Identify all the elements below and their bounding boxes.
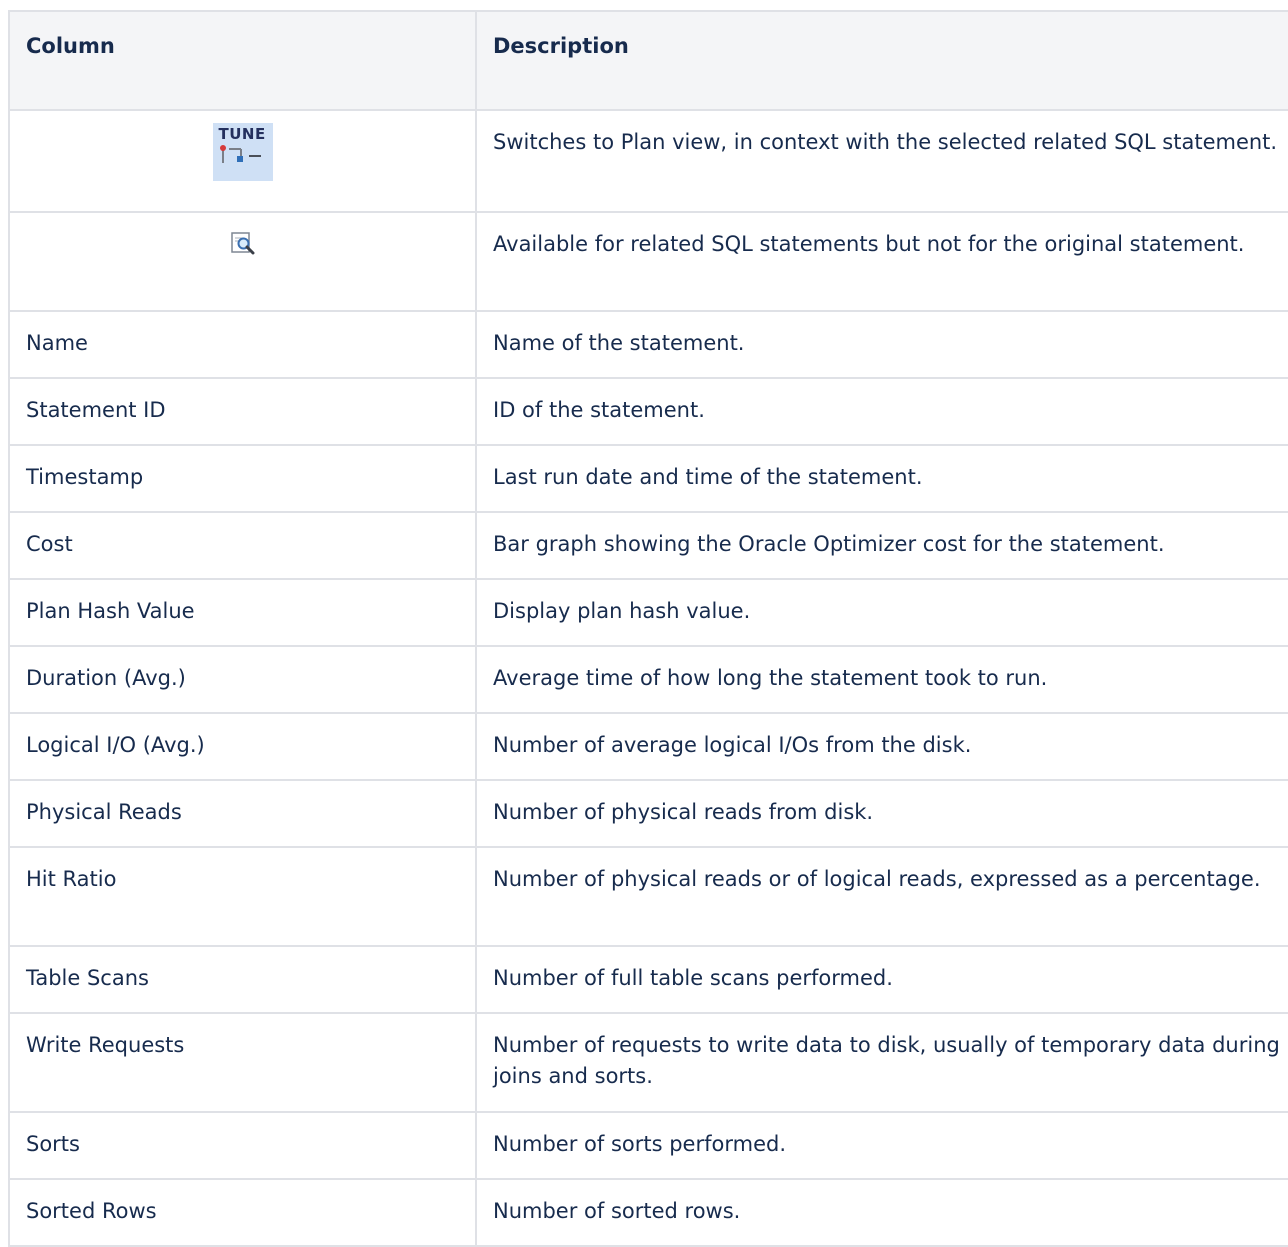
table-row: Duration (Avg.) Average time of how long… [8,645,1288,714]
header-description: Description [475,10,1288,111]
table-row: Cost Bar graph showing the Oracle Optimi… [8,511,1288,580]
description-cell: Bar graph showing the Oracle Optimizer c… [475,511,1288,580]
table-row: Name Name of the statement. [8,310,1288,379]
description-cell: Number of physical reads or of logical r… [475,846,1288,947]
column-cell: Name [8,310,477,379]
column-cell: Table Scans [8,945,477,1014]
column-cell: Statement ID [8,377,477,446]
header-column: Column [8,10,477,111]
column-cell: Plan Hash Value [8,578,477,647]
table-row: Write Requests Number of requests to wri… [8,1012,1288,1113]
table-row: Hit Ratio Number of physical reads or of… [8,846,1288,947]
column-description-table: Column Description TUNE Switches to Plan… [8,10,1288,1247]
column-cell: Sorts [8,1111,477,1180]
table-row: Plan Hash Value Display plan hash value. [8,578,1288,647]
description-cell: Number of full table scans performed. [475,945,1288,1014]
icon-cell [8,211,477,312]
table-row: Sorts Number of sorts performed. [8,1111,1288,1180]
icon-cell: TUNE [8,109,477,213]
description-cell: Number of requests to write data to disk… [475,1012,1288,1113]
table-row: Statement ID ID of the statement. [8,377,1288,446]
column-cell: Duration (Avg.) [8,645,477,714]
description-cell: Number of average logical I/Os from the … [475,712,1288,781]
header-row: Column Description [8,10,1288,111]
table-row: Table Scans Number of full table scans p… [8,945,1288,1014]
description-cell: Number of sorts performed. [475,1111,1288,1180]
description-cell: Switches to Plan view, in context with t… [475,109,1288,213]
column-cell: Cost [8,511,477,580]
column-cell: Logical I/O (Avg.) [8,712,477,781]
tune-icon: TUNE [212,123,273,181]
description-cell: Name of the statement. [475,310,1288,379]
description-cell: ID of the statement. [475,377,1288,446]
table-row: Sorted Rows Number of sorted rows. [8,1178,1288,1247]
description-cell: Available for related SQL statements but… [475,211,1288,312]
column-cell: Sorted Rows [8,1178,477,1247]
column-cell: Write Requests [8,1012,477,1113]
table-row: Physical Reads Number of physical reads … [8,779,1288,848]
magnify-document-icon [229,229,257,257]
table-row: Logical I/O (Avg.) Number of average log… [8,712,1288,781]
description-cell: Display plan hash value. [475,578,1288,647]
table-row-details: Available for related SQL statements but… [8,211,1288,312]
table-row-tune: TUNE Switches to Plan view, in context w… [8,109,1288,213]
description-cell: Number of sorted rows. [475,1178,1288,1247]
column-cell: Timestamp [8,444,477,513]
table-row: Timestamp Last run date and time of the … [8,444,1288,513]
description-cell: Last run date and time of the statement. [475,444,1288,513]
description-cell: Number of physical reads from disk. [475,779,1288,848]
column-cell: Physical Reads [8,779,477,848]
description-cell: Average time of how long the statement t… [475,645,1288,714]
column-cell: Hit Ratio [8,846,477,947]
